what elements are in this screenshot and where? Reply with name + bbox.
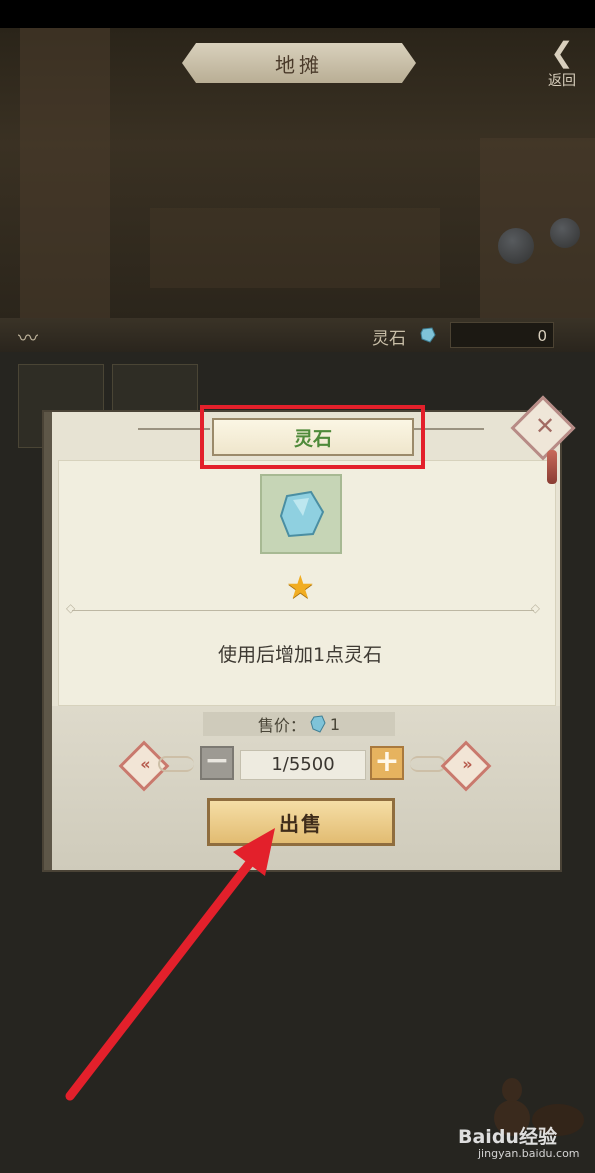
currency-bar: 〰 灵石 0	[0, 318, 595, 353]
item-description: 使用后增加1点灵石	[217, 644, 383, 666]
back-button[interactable]: ❮ 返回	[537, 36, 587, 96]
close-icon: ✕	[535, 411, 556, 440]
status-bar	[0, 0, 595, 28]
spirit-stone-icon	[420, 327, 436, 343]
minus-icon: −	[204, 743, 230, 778]
page-title-banner: 地摊	[182, 43, 416, 83]
sell-button[interactable]: 出售	[207, 798, 395, 846]
tassel-decoration	[547, 450, 557, 484]
currency-label: 灵石	[372, 329, 406, 349]
watermark-brand: Baidu经验	[458, 1126, 557, 1148]
currency-value: 0	[450, 322, 554, 348]
page-title: 地摊	[275, 52, 323, 77]
increase-button[interactable]: +	[370, 746, 404, 780]
spirit-stone-icon	[310, 715, 326, 733]
back-button-label: 返回	[548, 73, 576, 89]
plus-icon: +	[374, 744, 400, 779]
double-chevron-right-icon: »	[462, 754, 473, 774]
crane-icon: 〰	[18, 326, 38, 350]
watermark-url: jingyan.baidu.com	[478, 1147, 580, 1160]
star-icon: ★	[286, 568, 315, 606]
decrease-button[interactable]: −	[200, 746, 234, 780]
price-row: 售价： 1	[203, 712, 395, 736]
quantity-stepper: « − 1/5500 + »	[118, 740, 492, 792]
divider	[66, 601, 540, 615]
spirit-stone-icon	[279, 490, 325, 538]
back-arrow-icon: ❮	[550, 36, 574, 69]
double-chevron-left-icon: «	[140, 754, 151, 774]
quantity-field[interactable]: 1/5500	[240, 750, 366, 780]
price-value: 1	[329, 714, 341, 734]
cloud-decoration-left	[158, 756, 194, 772]
price-label: 售价：	[257, 716, 306, 735]
sell-button-label: 出售	[279, 811, 323, 836]
item-icon-frame	[260, 474, 342, 554]
highlight-box	[200, 405, 425, 469]
